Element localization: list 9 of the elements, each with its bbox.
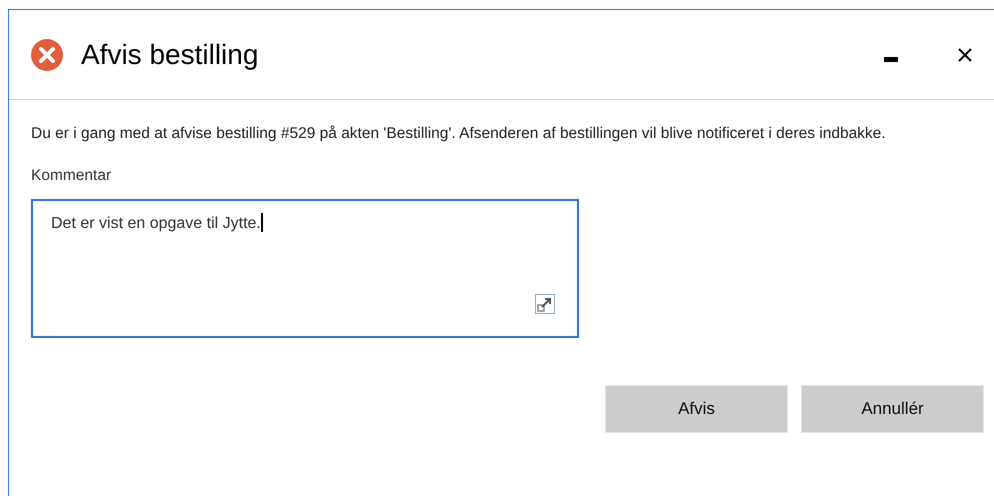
comment-label: Kommentar (31, 167, 112, 185)
reject-button[interactable]: Afvis (605, 385, 788, 433)
error-icon (31, 38, 63, 70)
message-text: Du er i gang med at afvise bestilling #529 på akten 'Bestilling'. Afsenderen af bestillingen vil blive notificeret i deres indbakke. (31, 124, 887, 144)
cancel-button[interactable]: Annullér (801, 385, 984, 433)
close-icon[interactable] (958, 48, 972, 62)
window-title: Afvis bestilling (81, 38, 260, 70)
comment-field[interactable]: Det er vist en opgave til Jytte. (31, 199, 579, 338)
resize-icon[interactable] (535, 294, 555, 314)
